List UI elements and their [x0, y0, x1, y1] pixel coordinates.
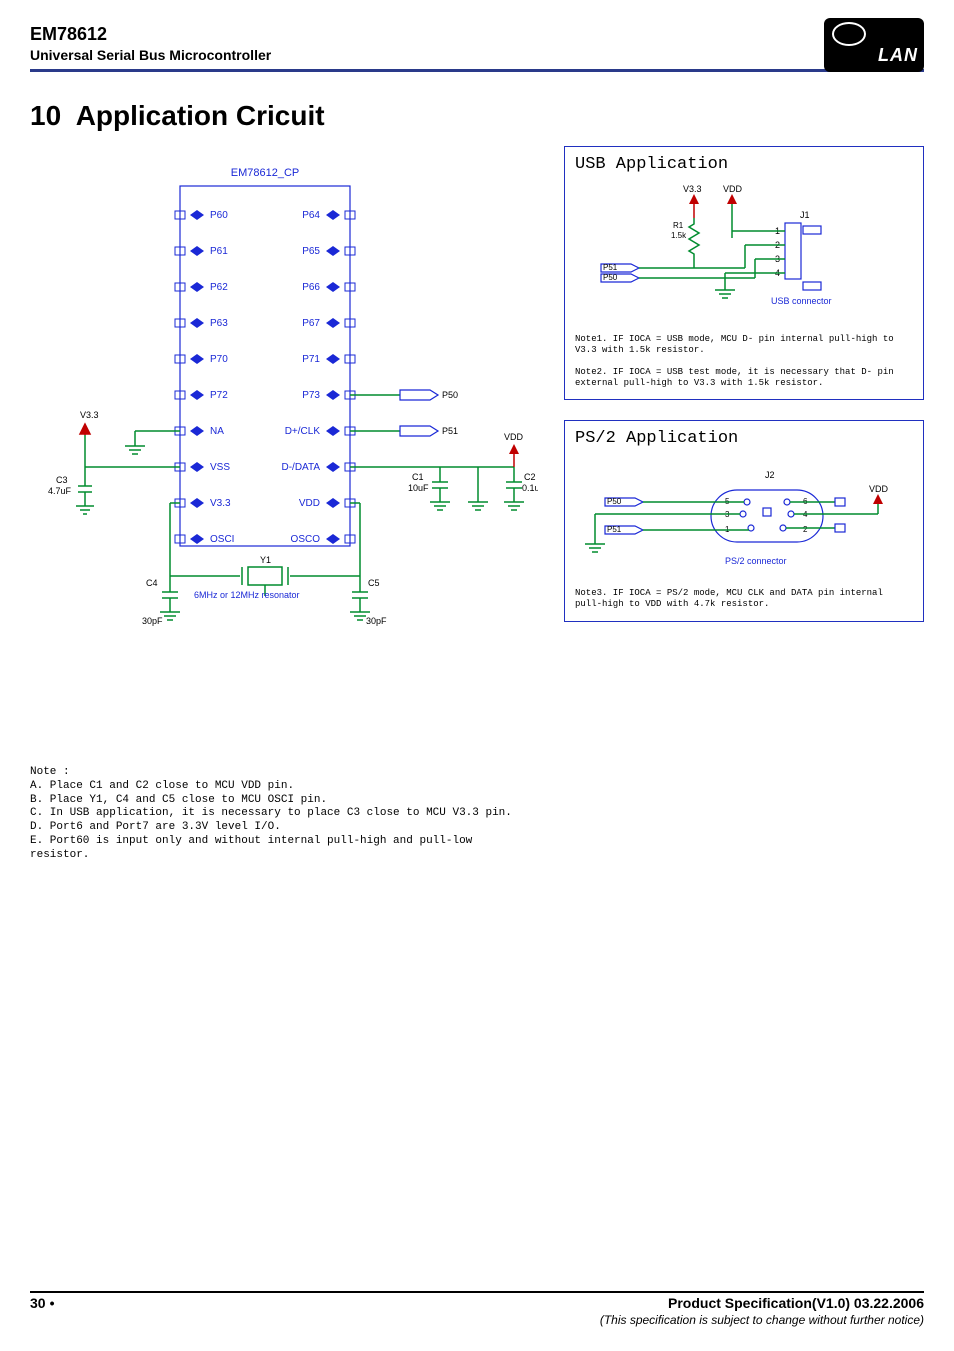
gnd-icon — [468, 467, 488, 510]
mcu-right-pin-label: P67 — [302, 318, 320, 329]
mcu-label: EM78612_CP — [231, 167, 300, 179]
footer-rule — [30, 1291, 924, 1293]
svg-text:R1: R1 — [673, 221, 684, 230]
offsheet-p50: P50 — [400, 390, 458, 400]
ps2-application-box: PS/2 Application J2 VDD — [564, 420, 924, 622]
notes-heading: Note : — [30, 766, 538, 780]
svg-text:P50: P50 — [607, 497, 622, 506]
vdd-net: VDD — [504, 432, 524, 467]
elan-logo: LAN — [824, 18, 924, 72]
footer-disclaimer: (This specification is subject to change… — [30, 1313, 924, 1327]
section-number: 10 — [30, 100, 61, 131]
section-title: Application Cricuit — [76, 100, 325, 131]
note-c: C. In USB application, it is necessary t… — [30, 807, 538, 821]
v33-net-label: V3.3 — [80, 410, 99, 420]
svg-text:10uF: 10uF — [408, 483, 429, 493]
y1-resonator: Y1 6MHz or 12MHz resonator — [170, 555, 360, 600]
c3-val: 4.7uF — [48, 486, 72, 496]
svg-text:J2: J2 — [765, 470, 775, 480]
bullet-icon — [46, 1295, 59, 1311]
usb-note2: Note2. IF IOCA = USB test mode, it is ne… — [575, 367, 913, 390]
svg-text:P50: P50 — [442, 390, 458, 400]
offsheet-p50: P50 — [601, 273, 639, 282]
mcu-left-pin-label: P62 — [210, 282, 228, 293]
svg-text:P51: P51 — [442, 426, 458, 436]
c4-cap: C4 30pF — [142, 576, 180, 626]
ps2-app-title: PS/2 Application — [575, 429, 913, 448]
svg-text:1.5k: 1.5k — [671, 231, 687, 240]
mcu-left-pin-label: V3.3 — [210, 498, 231, 509]
note-b: B. Place Y1, C4 and C5 close to MCU OSCI… — [30, 794, 538, 808]
svg-text:P50: P50 — [603, 273, 618, 282]
svg-text:C1: C1 — [412, 472, 424, 482]
section-heading: 10 Application Cricuit — [30, 100, 924, 132]
mcu-left-pin-label: OSCI — [210, 534, 234, 545]
mcu-left-pin-label: P63 — [210, 318, 228, 329]
usb-app-title: USB Application — [575, 155, 913, 174]
offsheet-p51: P51 — [601, 263, 639, 272]
note-e: E. Port60 is input only and without inte… — [30, 835, 538, 863]
notes-block: Note : A. Place C1 and C2 close to MCU V… — [30, 766, 538, 862]
svg-text:C5: C5 — [368, 578, 380, 588]
mcu-schematic: EM78612_CP P60 P64 P61 P65 P62 P66 P63 P67 P70 P7… — [30, 146, 538, 776]
vcc-arrow-icon — [80, 424, 90, 434]
mcu-right-pin-label: D+/CLK — [285, 426, 321, 437]
mcu-right-pin-label: P64 — [302, 210, 320, 221]
usb-note1: Note1. IF IOCA = USB mode, MCU D- pin in… — [575, 334, 913, 357]
mcu-right-pin-label: P66 — [302, 282, 320, 293]
usb-application-box: USB Application V3.3 VDD R1 1.5k — [564, 146, 924, 400]
note-a: A. Place C1 and C2 close to MCU VDD pin. — [30, 780, 538, 794]
mcu-right-pin-label: P65 — [302, 246, 320, 257]
note-d: D. Port6 and Port7 are 3.3V level I/O. — [30, 821, 538, 835]
svg-text:2: 2 — [803, 525, 808, 534]
mcu-left-pin-label: P70 — [210, 354, 228, 365]
mcu-left-pin-label: VSS — [210, 462, 230, 473]
c5-cap: C5 30pF — [350, 576, 387, 626]
mcu-left-pin-label: NA — [210, 426, 224, 437]
c3-ref: C3 — [56, 475, 68, 485]
svg-text:P51: P51 — [603, 263, 618, 272]
svg-text:C2: C2 — [524, 472, 536, 482]
vdd-label: VDD — [504, 432, 524, 442]
header-rule — [30, 69, 924, 72]
svg-text:P51: P51 — [607, 525, 622, 534]
svg-text:USB connector: USB connector — [771, 296, 832, 306]
mcu-right-pin-label: P71 — [302, 354, 320, 365]
svg-text:30pF: 30pF — [142, 616, 163, 626]
logo-text: LAN — [878, 45, 918, 66]
mcu-left-pin-label: P60 — [210, 210, 228, 221]
svg-text:6MHz or 12MHz resonator: 6MHz or 12MHz resonator — [194, 590, 300, 600]
mcu-right-pin-label: VDD — [299, 498, 320, 509]
gnd-icon — [125, 431, 145, 454]
svg-text:PS/2 connector: PS/2 connector — [725, 556, 787, 566]
c3-cap: C3 4.7uF — [48, 467, 94, 514]
page-number: 30 — [30, 1295, 46, 1311]
spec-version: Product Specification(V1.0) 03.22.2006 — [668, 1295, 924, 1311]
ps2-note3: Note3. IF IOCA = PS/2 mode, MCU CLK and … — [575, 588, 913, 611]
doc-model: EM78612 — [30, 24, 924, 45]
doc-subtitle: Universal Serial Bus Microcontroller — [30, 47, 924, 63]
r1-resistor: R1 1.5k — [671, 218, 699, 260]
mcu-left-pin-label: P72 — [210, 390, 228, 401]
svg-text:Y1: Y1 — [260, 555, 271, 565]
mcu-right-pin-label: D-/DATA — [281, 462, 320, 473]
mcu-right-pin-label: OSCO — [291, 534, 321, 545]
svg-text:30pF: 30pF — [366, 616, 387, 626]
svg-text:C4: C4 — [146, 578, 158, 588]
svg-text:J1: J1 — [800, 210, 810, 220]
svg-text:V3.3: V3.3 — [683, 184, 702, 194]
mcu-right-pin-label: P73 — [302, 390, 320, 401]
svg-text:VDD: VDD — [869, 484, 889, 494]
c2-cap: C2 0.1uF — [504, 467, 538, 510]
mcu-left-pin-label: P61 — [210, 246, 228, 257]
svg-text:0.1uF: 0.1uF — [522, 483, 538, 493]
svg-text:VDD: VDD — [723, 184, 743, 194]
offsheet-p51: P51 — [400, 426, 458, 436]
c1-cap: C1 10uF — [408, 467, 450, 510]
